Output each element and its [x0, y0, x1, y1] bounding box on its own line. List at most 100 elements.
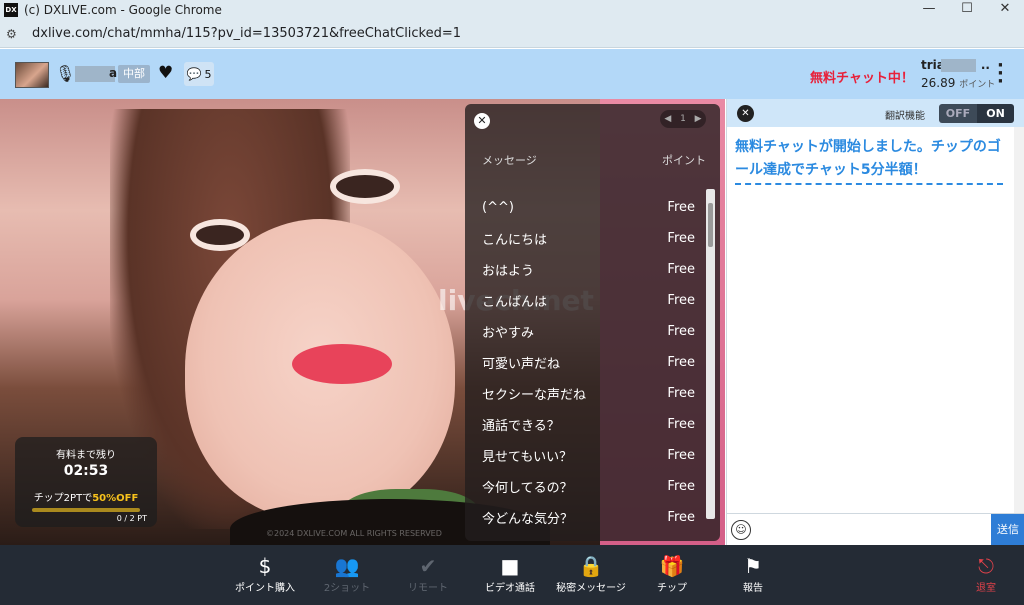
flag-icon: ⚑	[744, 554, 762, 578]
close-chat-icon[interactable]: ✕	[737, 105, 754, 122]
chip-discount-text: チップ2PTで50%OFF	[15, 489, 157, 504]
chip-discount-highlight: 50%OFF	[92, 493, 139, 504]
quick-message-cost: Free	[667, 386, 695, 401]
exit-button[interactable]: ⎋ 退室	[946, 553, 1024, 594]
buy-points-button[interactable]: $ ポイント購入	[225, 553, 305, 594]
performer-lips	[292, 344, 392, 384]
quick-message-text: 見せてもいい？	[482, 450, 573, 465]
dollar-icon: $	[258, 554, 272, 578]
quick-message-text: 今どんな気分？	[482, 512, 574, 527]
secret-message-button[interactable]: 🔒 秘密メッセージ	[551, 553, 631, 594]
pager-prev-icon[interactable]: ◀	[664, 114, 671, 124]
quick-message-item[interactable]: 通話できる？ Free	[465, 409, 705, 440]
quick-message-cost: Free	[667, 479, 695, 494]
chat-input[interactable]	[757, 514, 987, 546]
send-button[interactable]: 送信	[991, 514, 1024, 546]
pager-page: 1	[680, 114, 686, 124]
remote-button-label: リモート	[408, 583, 448, 594]
quick-message-item[interactable]: こんにちは Free	[465, 223, 705, 254]
performer-eye	[330, 169, 400, 204]
maximize-icon[interactable]: ☐	[948, 0, 986, 20]
viewer-username-masked	[941, 59, 976, 72]
quick-message-text: こんばんは	[482, 295, 548, 310]
emoji-icon[interactable]: ☺	[731, 520, 751, 540]
close-panel-icon[interactable]: ✕	[474, 113, 490, 129]
quick-message-cost: Free	[667, 355, 695, 370]
url-field[interactable]: dxlive.com/chat/mmha/115?pv_id=13503721&…	[32, 26, 461, 41]
check-icon: ✔	[419, 554, 437, 578]
panel-pager: ◀ 1 ▶	[660, 110, 706, 128]
quick-message-cost: Free	[667, 417, 695, 432]
quick-message-text: 今何してるの？	[482, 481, 573, 496]
panel-scrollbar[interactable]	[706, 189, 715, 519]
quick-message-item[interactable]: おやすみ Free	[465, 316, 705, 347]
speech-bubble-icon: 💬	[186, 67, 202, 81]
translate-label: 翻訳機能	[885, 111, 925, 122]
two-shot-button-label: 2ショット	[323, 583, 371, 594]
quick-message-item[interactable]: おはよう Free	[465, 254, 705, 285]
video-call-button[interactable]: ■ ビデオ通話	[470, 553, 550, 594]
quick-message-item[interactable]: セクシーな声だね Free	[465, 378, 705, 409]
chip-discount-prefix: チップ2PTで	[33, 493, 93, 504]
site-settings-icon[interactable]: ⚙	[6, 27, 22, 41]
chip-progress-bar	[32, 508, 140, 512]
minimize-icon[interactable]: —	[910, 0, 948, 20]
quick-message-cost: Free	[667, 200, 695, 215]
microphone-icon: 🎙	[55, 64, 76, 83]
message-count-button[interactable]: 💬 5	[184, 62, 214, 86]
points-unit: ポイント	[959, 80, 996, 90]
video-camera-icon: ■	[500, 554, 520, 578]
quick-message-text: おやすみ	[482, 326, 535, 341]
translate-on-option[interactable]: ON	[977, 104, 1014, 123]
favorite-heart-icon[interactable]: ♥	[158, 63, 173, 83]
address-bar: ⚙ dxlive.com/chat/mmha/115?pv_id=1350372…	[0, 20, 1024, 48]
quick-message-cost: Free	[667, 510, 695, 525]
username-suffix: a	[109, 66, 118, 80]
close-icon[interactable]: ✕	[986, 0, 1024, 20]
quick-message-text: こんにちは	[482, 233, 548, 248]
performer-avatar[interactable]	[15, 62, 49, 88]
quick-message-cost: Free	[667, 231, 695, 246]
quick-message-cost: Free	[667, 324, 695, 339]
timer-label: 有料まで残り	[56, 450, 116, 461]
remote-button: ✔ リモート	[388, 553, 468, 594]
window-title: (c) DXLIVE.com - Google Chrome	[24, 3, 222, 17]
quick-message-text: おはよう	[482, 264, 535, 279]
two-people-icon: 👥	[334, 554, 360, 578]
quick-message-text: 通話できる？	[482, 419, 560, 434]
quick-message-cost: Free	[667, 262, 695, 277]
quick-message-panel: ✕ ◀ 1 ▶ メッセージ ポイント (^^) Free こんにちは Free おはよう…	[465, 104, 720, 541]
more-menu-icon[interactable]: · · ·	[997, 57, 1004, 91]
buy-points-button-label: ポイント購入	[235, 583, 295, 594]
chip-progress-text: 0 / 2 PT	[116, 514, 147, 523]
tip-button[interactable]: 🎁 チップ	[632, 553, 712, 594]
quick-message-item[interactable]: 今何してるの？ Free	[465, 471, 705, 502]
report-button[interactable]: ⚑ 報告	[713, 553, 793, 594]
col-message-header: メッセージ	[482, 154, 537, 167]
translate-off-option[interactable]: OFF	[939, 104, 977, 123]
window-title-bar: DX (c) DXLIVE.com - Google Chrome — ☐ ✕	[0, 0, 1024, 20]
timer-value: 02:53	[63, 463, 109, 479]
system-chat-message: 無料チャットが開始しました。チップのゴール達成でチャット5分半額！	[735, 136, 1003, 185]
region-badge: 中部	[118, 65, 150, 83]
exit-icon: ⎋	[978, 554, 994, 578]
quick-message-item[interactable]: 可愛い声だね Free	[465, 347, 705, 378]
lock-icon: 🔒	[578, 554, 604, 578]
video-call-button-label: ビデオ通話	[485, 583, 535, 594]
quick-message-text: セクシーな声だね	[482, 388, 587, 403]
quick-message-text: 可愛い声だね	[482, 357, 561, 372]
quick-message-item[interactable]: こんばんは Free	[465, 285, 705, 316]
viewer-points: 26.89 ポイント	[921, 76, 995, 90]
free-chat-status: 無料チャット中！	[810, 71, 914, 86]
chat-scrollbar[interactable]	[1014, 127, 1024, 513]
copyright-text: ©2024 DXLIVE.COM ALL RIGHTS RESERVED	[266, 529, 442, 538]
report-button-label: 報告	[743, 583, 763, 594]
panel-scrollbar-thumb[interactable]	[708, 203, 713, 247]
quick-message-item[interactable]: 今どんな気分？ Free	[465, 502, 705, 533]
message-count: 5	[204, 67, 212, 81]
pager-next-icon[interactable]: ▶	[695, 114, 702, 124]
translate-toggle[interactable]: OFF ON	[939, 104, 1014, 123]
quick-message-item[interactable]: (^^) Free	[465, 192, 705, 223]
quick-message-item[interactable]: 見せてもいい？ Free	[465, 440, 705, 471]
exit-button-label: 退室	[976, 583, 996, 594]
